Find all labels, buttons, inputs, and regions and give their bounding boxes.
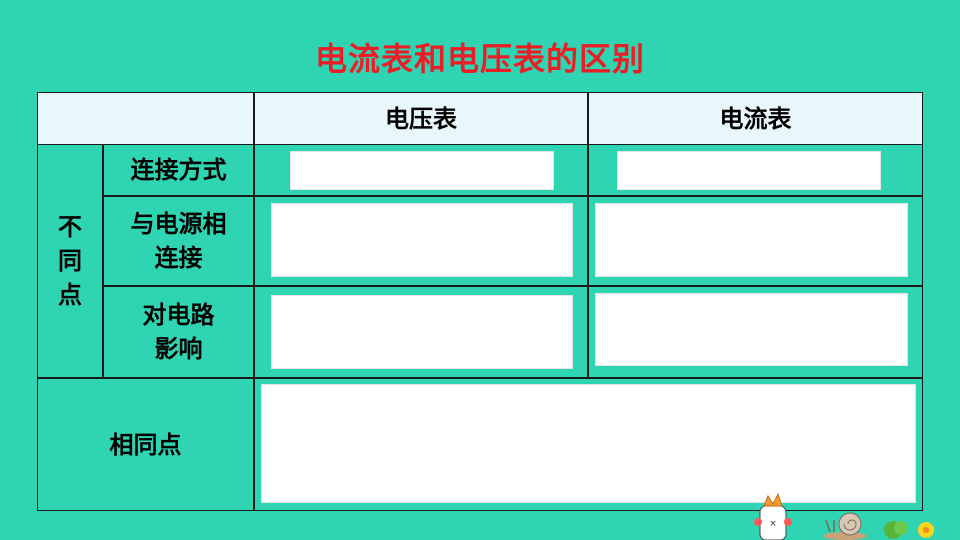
cartoon-decoration: × — [754, 492, 934, 540]
answer-box-ammeter-effect[interactable] — [595, 293, 908, 366]
bush-icon — [884, 521, 908, 539]
differences-char-2: 同 — [58, 247, 82, 275]
differences-char-1: 不 — [58, 213, 82, 241]
differences-char-3: 点 — [58, 281, 82, 309]
flower-icon — [918, 522, 934, 538]
row-label-connect-to-source: 与电源相 连接 — [104, 197, 253, 285]
answer-box-similarities[interactable] — [261, 384, 916, 503]
answer-box-voltmeter-connection[interactable] — [290, 151, 554, 190]
answer-box-ammeter-source[interactable] — [595, 203, 908, 277]
svg-text:×: × — [769, 519, 777, 529]
table-corner-cell — [38, 93, 253, 144]
row2-label-line-2: 连接 — [154, 244, 203, 272]
differences-group-label: 不 同 点 — [38, 145, 102, 377]
row-label-connection-method: 连接方式 — [104, 145, 253, 195]
cartoon-character-icon: × — [754, 492, 792, 540]
answer-box-voltmeter-source[interactable] — [271, 203, 573, 277]
row3-label-line-1: 对电路 — [142, 301, 215, 329]
similarities-label: 相同点 — [38, 379, 253, 510]
answer-box-voltmeter-effect[interactable] — [271, 295, 573, 369]
row3-label-line-2: 影响 — [154, 335, 203, 363]
snail-icon — [823, 512, 867, 540]
col-header-ammeter: 电流表 — [589, 93, 922, 144]
row2-label-line-1: 与电源相 — [130, 210, 227, 238]
page-title: 电流表和电压表的区别 — [314, 40, 645, 78]
answer-box-ammeter-connection[interactable] — [617, 151, 881, 190]
row-label-circuit-effect: 对电路 影响 — [104, 287, 253, 377]
col-header-voltmeter: 电压表 — [255, 93, 587, 144]
